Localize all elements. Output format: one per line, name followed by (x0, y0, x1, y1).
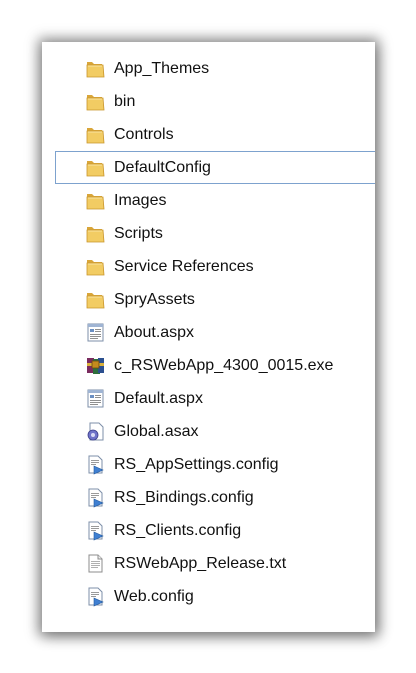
folder-item[interactable]: DefaultConfig (55, 151, 375, 184)
file-item[interactable]: Default.aspx (42, 382, 375, 415)
aspx-file-icon (85, 388, 106, 409)
item-label: RS_Clients.config (114, 521, 242, 539)
file-item[interactable]: RSWebApp_Release.txt (42, 547, 375, 580)
item-label: DefaultConfig (114, 158, 211, 176)
folder-item[interactable]: SpryAssets (42, 283, 375, 316)
folder-item[interactable]: App_Themes (42, 52, 375, 85)
item-label: Default.aspx (114, 389, 203, 407)
folder-icon (85, 223, 106, 244)
file-item[interactable]: c_RSWebApp_4300_0015.exe (42, 349, 375, 382)
text-file-icon (85, 553, 106, 574)
aspx-file-icon (85, 322, 106, 343)
config-file-icon (85, 586, 106, 607)
folder-item[interactable]: bin (42, 85, 375, 118)
file-item[interactable]: RS_Clients.config (42, 514, 375, 547)
item-label: Images (114, 191, 167, 209)
item-label: c_RSWebApp_4300_0015.exe (114, 356, 334, 374)
folder-icon (85, 58, 106, 79)
config-file-icon (85, 520, 106, 541)
file-item[interactable]: Global.asax (42, 415, 375, 448)
folder-icon (85, 190, 106, 211)
file-item[interactable]: RS_AppSettings.config (42, 448, 375, 481)
file-item[interactable]: About.aspx (42, 316, 375, 349)
asax-file-icon (85, 421, 106, 442)
folder-item[interactable]: Controls (42, 118, 375, 151)
folder-icon (85, 91, 106, 112)
item-label: RS_Bindings.config (114, 488, 254, 506)
item-label: About.aspx (114, 323, 195, 341)
file-item[interactable]: RS_Bindings.config (42, 481, 375, 514)
item-label: RSWebApp_Release.txt (114, 554, 287, 572)
config-file-icon (85, 454, 106, 475)
item-label: Web.config (114, 587, 194, 605)
item-label: Global.asax (114, 422, 199, 440)
item-label: SpryAssets (114, 290, 195, 308)
config-file-icon (85, 487, 106, 508)
file-list: App_Themesbin Controls DefaultConfig Images… (42, 52, 375, 613)
file-item[interactable]: Web.config (42, 580, 375, 613)
folder-icon (85, 124, 106, 145)
item-label: Scripts (114, 224, 163, 242)
item-label: bin (114, 92, 136, 110)
item-label: RS_AppSettings.config (114, 455, 279, 473)
item-label: App_Themes (114, 59, 210, 77)
folder-icon (85, 256, 106, 277)
item-label: Controls (114, 125, 174, 143)
folder-icon (85, 157, 106, 178)
folder-icon (85, 289, 106, 310)
winrar-sfx-icon (85, 355, 106, 376)
folder-item[interactable]: Scripts (42, 217, 375, 250)
folder-item[interactable]: Images (42, 184, 375, 217)
item-label: Service References (114, 257, 254, 275)
file-list-panel: App_Themesbin Controls DefaultConfig Images… (42, 42, 375, 632)
folder-item[interactable]: Service References (42, 250, 375, 283)
